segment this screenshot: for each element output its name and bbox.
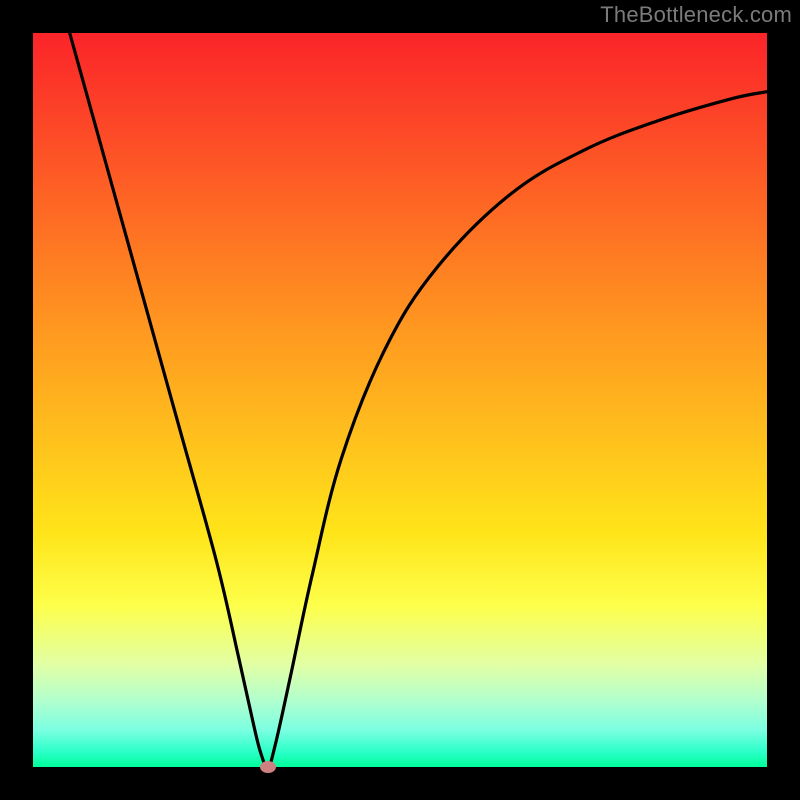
chart-container: TheBottleneck.com	[0, 0, 800, 800]
watermark-text: TheBottleneck.com	[600, 2, 792, 28]
plot-area	[33, 33, 767, 767]
bottleneck-curve	[33, 33, 767, 767]
minimum-marker	[260, 761, 276, 773]
